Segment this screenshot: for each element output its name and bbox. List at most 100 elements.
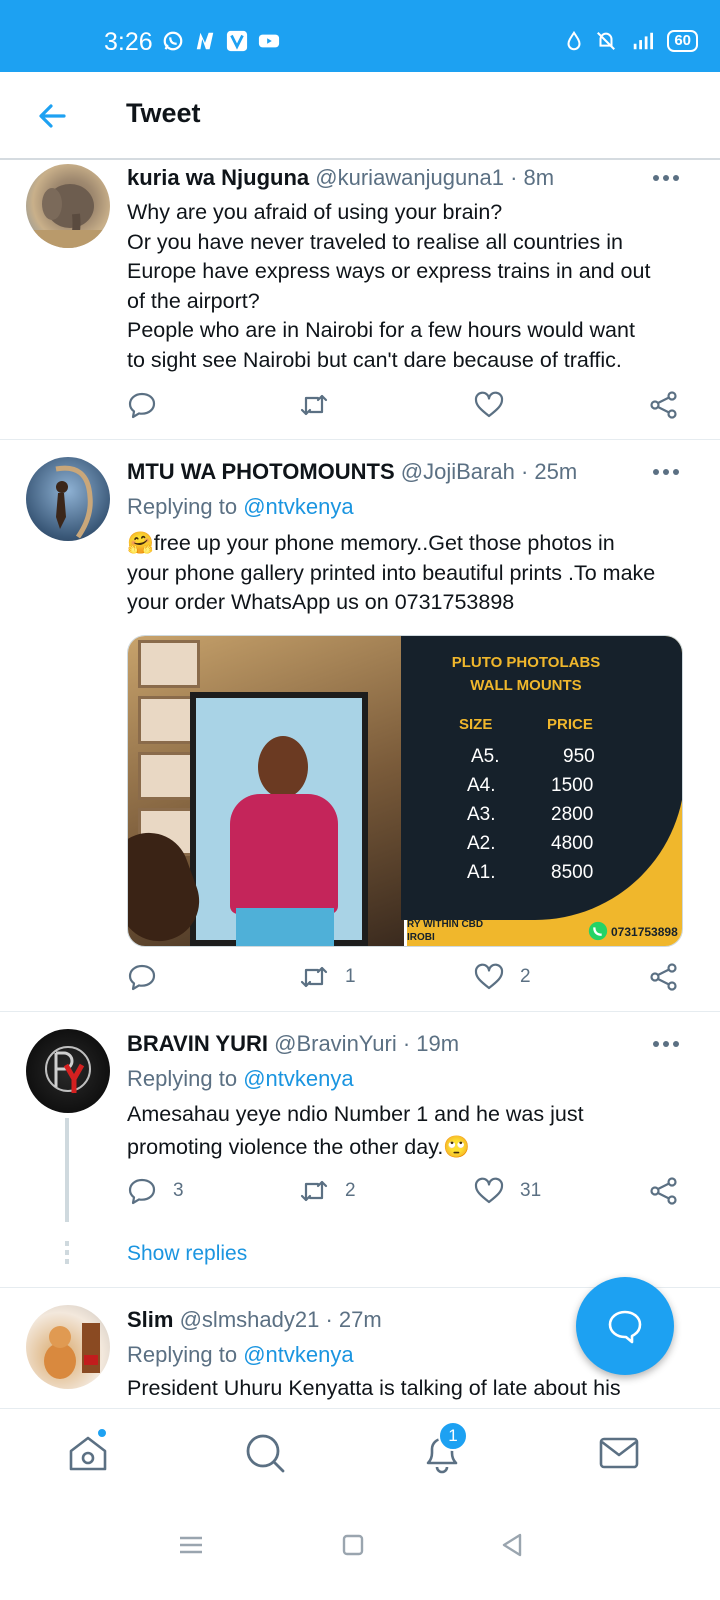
nav-messages[interactable] bbox=[597, 1431, 643, 1477]
status-bar: 3:26 60 bbox=[0, 0, 720, 72]
show-replies-link[interactable]: Show replies bbox=[127, 1242, 247, 1266]
avatar[interactable] bbox=[26, 457, 110, 541]
tweet-text: Why are you afraid of using your brain? … bbox=[127, 198, 697, 375]
tweet-actions bbox=[127, 390, 687, 420]
tweet-media[interactable]: PLUTO PHOTOLABS WALL MOUNTS SIZE PRICE A… bbox=[127, 635, 683, 947]
retweet-count: 2 bbox=[345, 1180, 356, 1201]
price-value: 1500 bbox=[551, 775, 594, 796]
tweet-header: Slim @slmshady21 · 27m bbox=[127, 1307, 382, 1333]
system-navigation-bar bbox=[0, 1500, 720, 1600]
tweet-text: President Uhuru Kenyatta is talking of l… bbox=[127, 1374, 697, 1404]
tweet-item[interactable]: kuria wa Njuguna @kuriawanjuguna1 · 8m W… bbox=[0, 160, 720, 440]
whatsapp-icon bbox=[588, 921, 608, 941]
replying-to-link[interactable]: @ntvkenya bbox=[243, 1342, 353, 1367]
signal-icon bbox=[634, 32, 654, 50]
price-value: 8500 bbox=[551, 862, 594, 883]
tweet-text-line: of the airport? bbox=[127, 288, 260, 313]
data-saver-icon bbox=[567, 30, 581, 51]
replying-to-label: Replying to bbox=[127, 1342, 238, 1367]
author-handle[interactable]: @slmshady21 bbox=[180, 1307, 320, 1332]
back-system-icon[interactable] bbox=[498, 1530, 528, 1560]
replying-to-label: Replying to bbox=[127, 1066, 238, 1091]
author-name[interactable]: MTU WA PHOTOMOUNTS bbox=[127, 459, 395, 484]
compose-reply-button[interactable] bbox=[576, 1277, 674, 1375]
replying-to: Replying to @ntvkenya bbox=[127, 1342, 354, 1368]
share-icon bbox=[650, 1177, 677, 1205]
nav-search[interactable] bbox=[243, 1431, 289, 1477]
avatar[interactable] bbox=[26, 1305, 110, 1389]
author-handle[interactable]: @JojiBarah bbox=[401, 459, 515, 484]
home-system-icon[interactable] bbox=[338, 1530, 368, 1560]
share-button[interactable] bbox=[649, 390, 679, 420]
separator-dot: · bbox=[510, 165, 518, 190]
share-icon bbox=[650, 391, 677, 419]
replying-to: Replying to @ntvkenya bbox=[127, 494, 354, 520]
nav-notifications[interactable]: 1 bbox=[420, 1421, 468, 1477]
reply-button[interactable] bbox=[127, 390, 157, 420]
like-button[interactable] bbox=[474, 390, 504, 420]
share-icon bbox=[650, 963, 677, 991]
separator-dot: · bbox=[520, 459, 529, 484]
like-count: 31 bbox=[520, 1180, 542, 1201]
tweet-text-line: 🤗free up your phone memory..Get those ph… bbox=[127, 531, 615, 555]
more-options-icon[interactable] bbox=[652, 174, 680, 182]
whatsapp-icon bbox=[163, 31, 183, 51]
retweet-count: 1 bbox=[345, 966, 356, 987]
author-handle[interactable]: @BravinYuri bbox=[274, 1031, 397, 1056]
like-button[interactable]: 2 bbox=[474, 962, 531, 992]
mute-icon bbox=[597, 32, 616, 50]
avatar[interactable] bbox=[26, 1029, 110, 1113]
retweet-button[interactable]: 2 bbox=[299, 1176, 356, 1206]
media-photo-portrait[interactable] bbox=[128, 636, 404, 946]
separator-dot: · bbox=[402, 1031, 411, 1056]
back-arrow-icon[interactable] bbox=[34, 98, 70, 134]
retweet-button[interactable]: 1 bbox=[299, 962, 356, 992]
tweet-text-line: to sight see Nairobi but can't dare beca… bbox=[127, 347, 622, 372]
tweet-header: MTU WA PHOTOMOUNTS @JojiBarah · 25m bbox=[127, 459, 577, 485]
cat-picture bbox=[44, 1323, 100, 1379]
board-title-line-2: WALL MOUNTS bbox=[470, 677, 582, 694]
replying-to-label: Replying to bbox=[127, 494, 238, 519]
replying-to-link[interactable]: @ntvkenya bbox=[243, 494, 353, 519]
reply-icon bbox=[128, 392, 156, 419]
media-price-list[interactable]: PLUTO PHOTOLABS WALL MOUNTS SIZE PRICE A… bbox=[401, 636, 682, 946]
replying-to-link[interactable]: @ntvkenya bbox=[243, 1066, 353, 1091]
person-picture bbox=[55, 465, 93, 539]
author-name[interactable]: BRAVIN YURI bbox=[127, 1031, 268, 1056]
reply-bubble-icon bbox=[608, 1310, 642, 1344]
reply-icon bbox=[128, 964, 156, 991]
tweet-text-line: People who are in Nairobi for a few hour… bbox=[127, 318, 635, 342]
like-count: 2 bbox=[520, 966, 531, 987]
tweet-item[interactable]: BRAVIN YURI @BravinYuri · 19m Replying t… bbox=[0, 1012, 720, 1288]
tweet-text: 🤗free up your phone memory..Get those ph… bbox=[127, 529, 697, 618]
tweet-text-line: Europe have express ways or express trai… bbox=[127, 259, 651, 283]
share-button[interactable] bbox=[649, 1176, 679, 1206]
more-options-icon[interactable] bbox=[652, 468, 680, 476]
search-icon bbox=[246, 1434, 285, 1473]
tweet-actions: 1 2 bbox=[127, 962, 687, 992]
column-size: SIZE bbox=[459, 716, 493, 733]
avatar[interactable] bbox=[26, 164, 110, 248]
author-name[interactable]: Slim bbox=[127, 1307, 173, 1332]
thread-connector bbox=[65, 1118, 69, 1222]
retweet-icon bbox=[300, 394, 328, 416]
tweet-header: kuria wa Njuguna @kuriawanjuguna1 · 8m bbox=[127, 165, 554, 191]
battery-indicator: 60 bbox=[667, 30, 698, 52]
more-options-icon[interactable] bbox=[652, 1040, 680, 1048]
share-button[interactable] bbox=[649, 962, 679, 992]
nav-home[interactable] bbox=[66, 1427, 112, 1477]
retweet-button[interactable] bbox=[299, 390, 329, 420]
reply-button[interactable] bbox=[127, 962, 173, 992]
like-button[interactable]: 31 bbox=[474, 1176, 541, 1206]
n-app-icon bbox=[196, 32, 214, 50]
author-name[interactable]: kuria wa Njuguna bbox=[127, 165, 309, 190]
tweet-item[interactable]: MTU WA PHOTOMOUNTS @JojiBarah · 25m Repl… bbox=[0, 440, 720, 1012]
recent-apps-icon[interactable] bbox=[176, 1530, 206, 1560]
author-handle[interactable]: @kuriawanjuguna1 bbox=[315, 165, 504, 190]
tweet-header: BRAVIN YURI @BravinYuri · 19m bbox=[127, 1031, 459, 1057]
page-title: Tweet bbox=[126, 98, 201, 128]
delivery-note-line-2: IROBI bbox=[407, 932, 435, 943]
heart-icon bbox=[474, 963, 504, 990]
reply-button[interactable]: 3 bbox=[127, 1176, 184, 1206]
delivery-note-line-1: RY WITHIN CBD bbox=[407, 919, 484, 930]
